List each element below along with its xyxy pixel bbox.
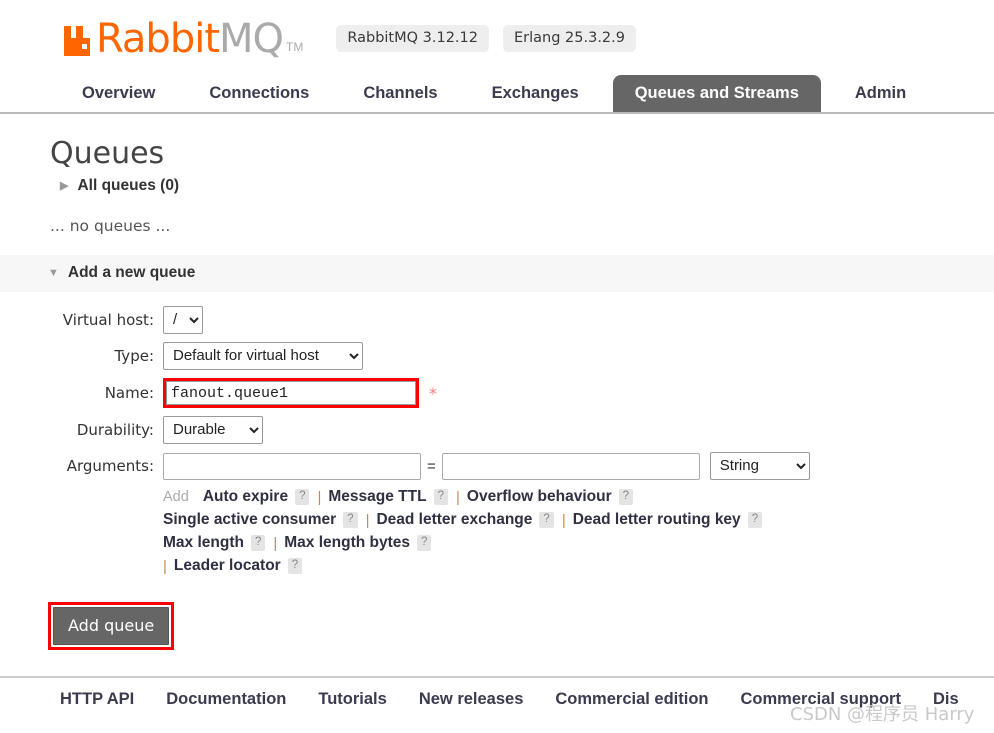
help-icon-dead-letter-routing-key[interactable]: ?: [747, 512, 763, 528]
add-queue-button[interactable]: Add queue: [53, 607, 170, 645]
preset-leader-locator[interactable]: Leader locator: [174, 557, 281, 575]
footer-link-commercial-edition[interactable]: Commercial edition: [555, 690, 708, 709]
add-argument-link[interactable]: Add: [163, 489, 189, 505]
preset-max-length-bytes[interactable]: Max length bytes: [284, 534, 410, 552]
help-icon-max-length[interactable]: ?: [250, 535, 266, 551]
preset-row-1: Add Auto expire ? | Message TTL ? | Over…: [163, 488, 994, 506]
help-icon-message-ttl[interactable]: ?: [433, 489, 448, 505]
preset-row-2: Single active consumer ? | Dead letter e…: [163, 511, 994, 529]
logo-mq-text: MQ: [219, 16, 284, 62]
page-footer: HTTP API Documentation Tutorials New rel…: [0, 676, 994, 725]
virtual-host-row: Virtual host: /: [48, 306, 994, 334]
durability-label: Durability:: [76, 421, 154, 439]
footer-link-documentation[interactable]: Documentation: [166, 690, 286, 709]
preset-row-3: Max length ? | Max length bytes ?: [163, 534, 994, 552]
logo-rabbit-text: Rabbit: [96, 16, 220, 62]
preset-dead-letter-exchange[interactable]: Dead letter exchange: [376, 511, 532, 529]
preset-arguments: Add Auto expire ? | Message TTL ? | Over…: [163, 488, 994, 575]
name-row: Name: *: [48, 378, 994, 408]
argument-type-select[interactable]: String: [709, 452, 810, 480]
separator: |: [273, 534, 278, 552]
version-badges: RabbitMQ 3.12.12 Erlang 25.3.2.9: [336, 25, 636, 52]
rabbitmq-logo-icon: [64, 26, 90, 56]
help-icon-overflow-behaviour[interactable]: ?: [618, 489, 634, 505]
separator: |: [365, 511, 370, 529]
add-new-queue-label: Add a new queue: [67, 264, 196, 281]
main-navigation-tabs: Overview Connections Channels Exchanges …: [0, 75, 994, 114]
erlang-version-badge: Erlang 25.3.2.9: [503, 25, 636, 52]
tab-queues-and-streams[interactable]: Queues and Streams: [612, 75, 821, 112]
footer-link-discussions[interactable]: Dis: [933, 690, 959, 709]
tab-exchanges[interactable]: Exchanges: [472, 76, 599, 112]
help-icon-single-active-consumer[interactable]: ?: [343, 512, 358, 528]
tab-connections[interactable]: Connections: [189, 76, 329, 112]
logo-trademark: TM: [286, 40, 304, 54]
arguments-row: Arguments: = String: [48, 452, 994, 480]
name-field-annotation-box: [163, 378, 419, 408]
footer-link-tutorials[interactable]: Tutorials: [318, 690, 386, 709]
help-icon-dead-letter-exchange[interactable]: ?: [539, 512, 554, 528]
arguments-label: Arguments:: [66, 457, 154, 475]
page-title: Queues: [50, 136, 165, 171]
all-queues-label: All queues (0): [77, 177, 180, 194]
main-content: Queues All queues (0) ... no queues ... …: [0, 136, 994, 575]
durability-row: Durability: Durable: [48, 416, 994, 444]
separator: |: [561, 511, 566, 529]
preset-single-active-consumer[interactable]: Single active consumer: [163, 511, 336, 529]
queue-name-input[interactable]: [166, 381, 416, 405]
help-icon-leader-locator[interactable]: ?: [287, 558, 303, 574]
durability-select[interactable]: Durable: [163, 416, 263, 444]
preset-message-ttl[interactable]: Message TTL: [328, 488, 426, 506]
chevron-right-icon: [60, 181, 68, 192]
type-label: Type:: [114, 347, 154, 365]
virtual-host-select[interactable]: /: [163, 306, 203, 334]
tab-channels[interactable]: Channels: [343, 76, 457, 112]
separator: |: [163, 557, 167, 575]
preset-auto-expire[interactable]: Auto expire: [203, 488, 288, 506]
preset-overflow-behaviour[interactable]: Overflow behaviour: [467, 488, 612, 506]
preset-dead-letter-routing-key[interactable]: Dead letter routing key: [573, 511, 741, 529]
help-icon-max-length-bytes[interactable]: ?: [417, 535, 432, 551]
chevron-down-icon: [48, 268, 59, 279]
add-queue-button-annotation-box: Add queue: [48, 602, 175, 650]
page-header: RabbitMQ TM RabbitMQ 3.12.12 Erlang 25.3…: [0, 0, 994, 59]
queue-type-select[interactable]: Default for virtual host: [163, 342, 363, 370]
footer-link-http-api[interactable]: HTTP API: [60, 690, 134, 709]
virtual-host-label: Virtual host:: [62, 311, 154, 329]
help-icon-auto-expire[interactable]: ?: [295, 489, 310, 505]
argument-value-input[interactable]: [441, 452, 700, 480]
name-label: Name:: [104, 384, 154, 402]
rabbitmq-logo[interactable]: RabbitMQ TM: [62, 19, 304, 59]
all-queues-toggle[interactable]: All queues (0): [60, 177, 994, 195]
separator: |: [456, 488, 460, 506]
equals-sign: =: [427, 457, 436, 475]
required-marker: *: [429, 383, 437, 403]
no-queues-message: ... no queues ...: [50, 217, 171, 235]
add-queue-form: Virtual host: / Type: Default for virtua…: [48, 306, 994, 575]
footer-links: HTTP API Documentation Tutorials New rel…: [0, 690, 994, 709]
separator: |: [317, 488, 322, 506]
preset-max-length[interactable]: Max length: [163, 534, 244, 552]
argument-key-input[interactable]: [163, 452, 421, 480]
footer-link-new-releases[interactable]: New releases: [419, 690, 524, 709]
footer-link-commercial-support[interactable]: Commercial support: [741, 690, 901, 709]
tab-overview[interactable]: Overview: [62, 76, 175, 112]
type-row: Type: Default for virtual host: [48, 342, 994, 370]
add-new-queue-toggle[interactable]: Add a new queue: [0, 255, 994, 292]
rabbitmq-version-badge: RabbitMQ 3.12.12: [336, 25, 489, 52]
preset-row-4: | Leader locator ?: [163, 557, 994, 575]
tab-admin[interactable]: Admin: [835, 76, 926, 112]
